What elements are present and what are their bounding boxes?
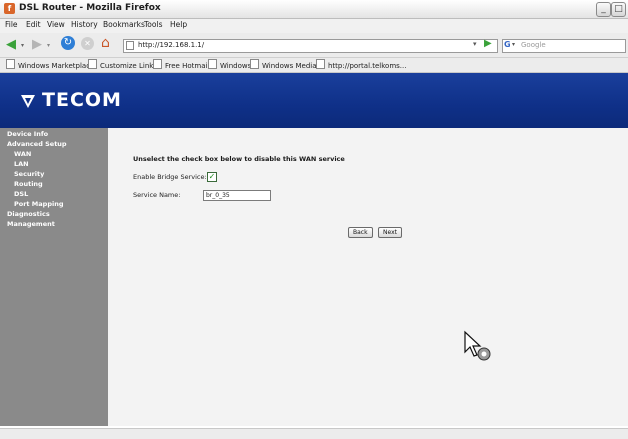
bookmark-customize-links[interactable]: Customize Links bbox=[88, 59, 157, 70]
menu-tools[interactable]: Tools bbox=[144, 20, 162, 29]
page-icon bbox=[126, 41, 134, 50]
sidebar-item-dsl[interactable]: DSL bbox=[14, 190, 28, 198]
forward-arrow-icon[interactable]: ▶ bbox=[32, 38, 42, 51]
bookmark-page-icon bbox=[153, 59, 162, 69]
menu-bookmarks[interactable]: Bookmarks bbox=[103, 20, 145, 29]
sidebar-item-security[interactable]: Security bbox=[14, 170, 44, 178]
tecom-logo-icon bbox=[21, 95, 35, 108]
window-titlebar: f DSL Router - Mozilla Firefox _ □ bbox=[0, 0, 628, 19]
brand-logo-text: TECOM bbox=[42, 89, 122, 111]
stop-icon[interactable]: ✕ bbox=[81, 37, 94, 50]
sidebar-item-port-mapping[interactable]: Port Mapping bbox=[14, 200, 63, 208]
firefox-icon: f bbox=[4, 3, 15, 14]
google-icon[interactable]: G bbox=[504, 40, 511, 49]
service-name-label: Service Name: bbox=[133, 191, 181, 199]
bookmark-portal-telkom[interactable]: http://portal.telkoms... bbox=[316, 59, 406, 70]
sidebar-item-diagnostics[interactable]: Diagnostics bbox=[7, 210, 50, 218]
reload-icon[interactable]: ↻ bbox=[61, 36, 75, 50]
sidebar-item-routing[interactable]: Routing bbox=[14, 180, 43, 188]
form-heading: Unselect the check box below to disable … bbox=[133, 155, 345, 163]
sidebar-item-lan[interactable]: LAN bbox=[14, 160, 29, 168]
forward-dropdown-icon[interactable]: ▾ bbox=[47, 42, 50, 49]
window-title: DSL Router - Mozilla Firefox bbox=[19, 3, 161, 13]
bridge-service-checkbox[interactable]: ✓ bbox=[207, 172, 217, 182]
service-name-input[interactable]: br_0_35 bbox=[203, 190, 271, 201]
next-button[interactable]: Next bbox=[378, 227, 402, 238]
menu-history[interactable]: History bbox=[71, 20, 98, 29]
sidebar-item-management[interactable]: Management bbox=[7, 220, 55, 228]
maximize-button[interactable]: □ bbox=[611, 2, 626, 17]
bookmark-page-icon bbox=[316, 59, 325, 69]
menu-view[interactable]: View bbox=[47, 20, 65, 29]
bookmark-windows-marketplace[interactable]: Windows Marketplace bbox=[6, 59, 94, 70]
url-dropdown-icon[interactable]: ▾ bbox=[473, 40, 477, 48]
busy-cursor-icon bbox=[464, 330, 491, 361]
go-arrow-icon[interactable]: ▶ bbox=[484, 38, 492, 49]
menu-edit[interactable]: Edit bbox=[26, 20, 41, 29]
search-placeholder: Google bbox=[521, 41, 546, 49]
bridge-service-label: Enable Bridge Service: bbox=[133, 173, 207, 181]
sidebar-item-advanced-setup[interactable]: Advanced Setup bbox=[7, 140, 67, 148]
sidebar-item-wan[interactable]: WAN bbox=[14, 150, 31, 158]
bookmark-page-icon bbox=[88, 59, 97, 69]
menu-file[interactable]: File bbox=[5, 20, 18, 29]
home-icon[interactable]: ⌂ bbox=[101, 35, 110, 51]
bookmark-windows-media[interactable]: Windows Media bbox=[250, 59, 317, 70]
bookmark-page-icon bbox=[250, 59, 259, 69]
bookmark-windows[interactable]: Windows bbox=[208, 59, 251, 70]
bookmark-page-icon bbox=[208, 59, 217, 69]
back-arrow-icon[interactable]: ◀ bbox=[6, 38, 16, 51]
search-engine-dropdown-icon[interactable]: ▾ bbox=[512, 41, 515, 48]
sidebar-item-device-info[interactable]: Device Info bbox=[7, 130, 48, 138]
url-text: http://192.168.1.1/ bbox=[138, 41, 205, 49]
back-button[interactable]: Back bbox=[348, 227, 373, 238]
back-dropdown-icon[interactable]: ▾ bbox=[21, 42, 24, 49]
status-bar bbox=[0, 428, 628, 439]
bookmark-page-icon bbox=[6, 59, 15, 69]
minimize-button[interactable]: _ bbox=[596, 2, 611, 17]
menu-help[interactable]: Help bbox=[170, 20, 187, 29]
bookmark-free-hotmail[interactable]: Free Hotmail bbox=[153, 59, 209, 70]
